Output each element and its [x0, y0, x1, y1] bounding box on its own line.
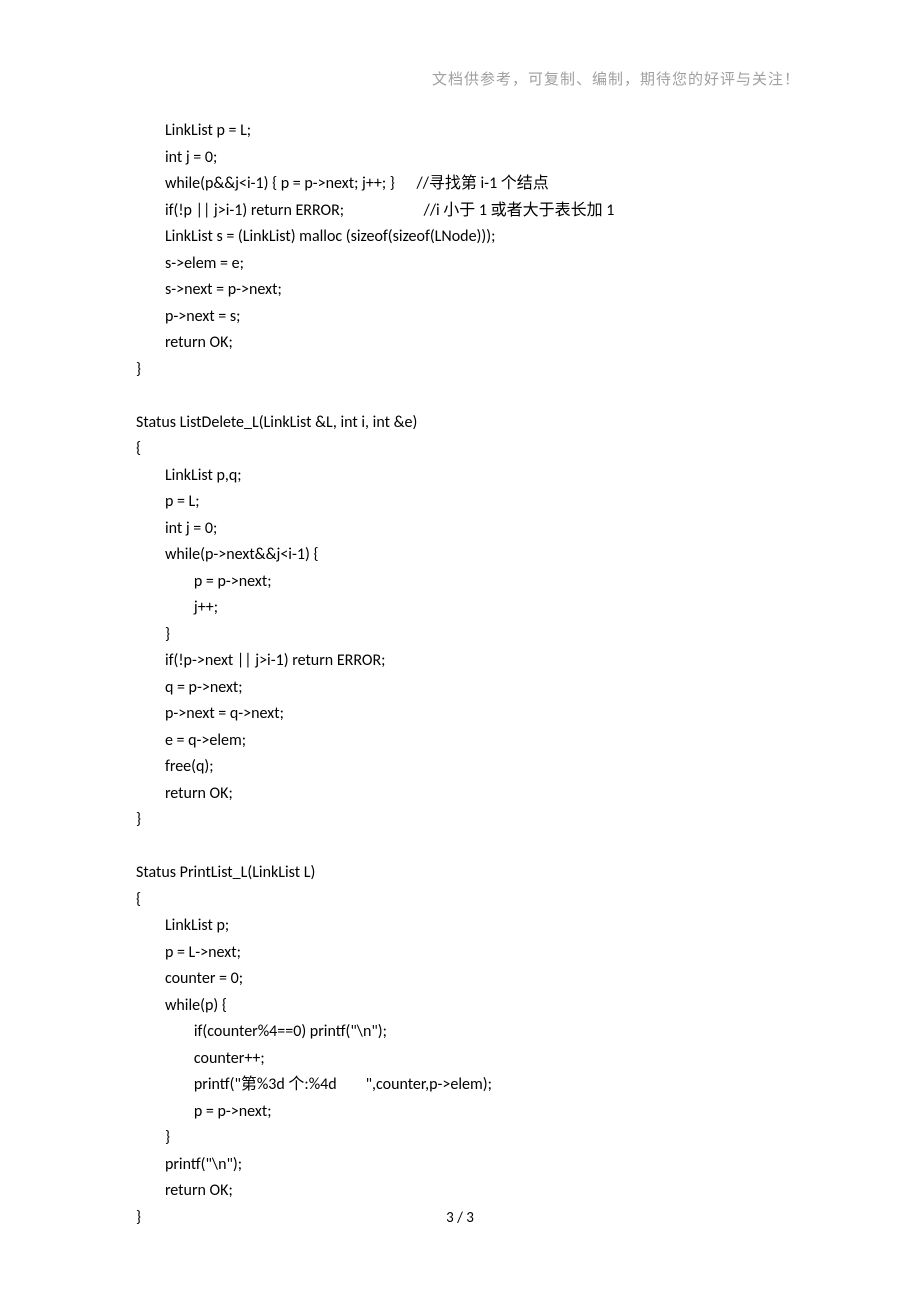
page-header-notice: 文档供参考，可复制、编制，期待您的好评与关注！	[432, 68, 800, 89]
page-number: 3 / 3	[0, 1209, 920, 1227]
code-content: LinkList p = L; int j = 0; while(p&&j<i-…	[136, 118, 800, 1231]
